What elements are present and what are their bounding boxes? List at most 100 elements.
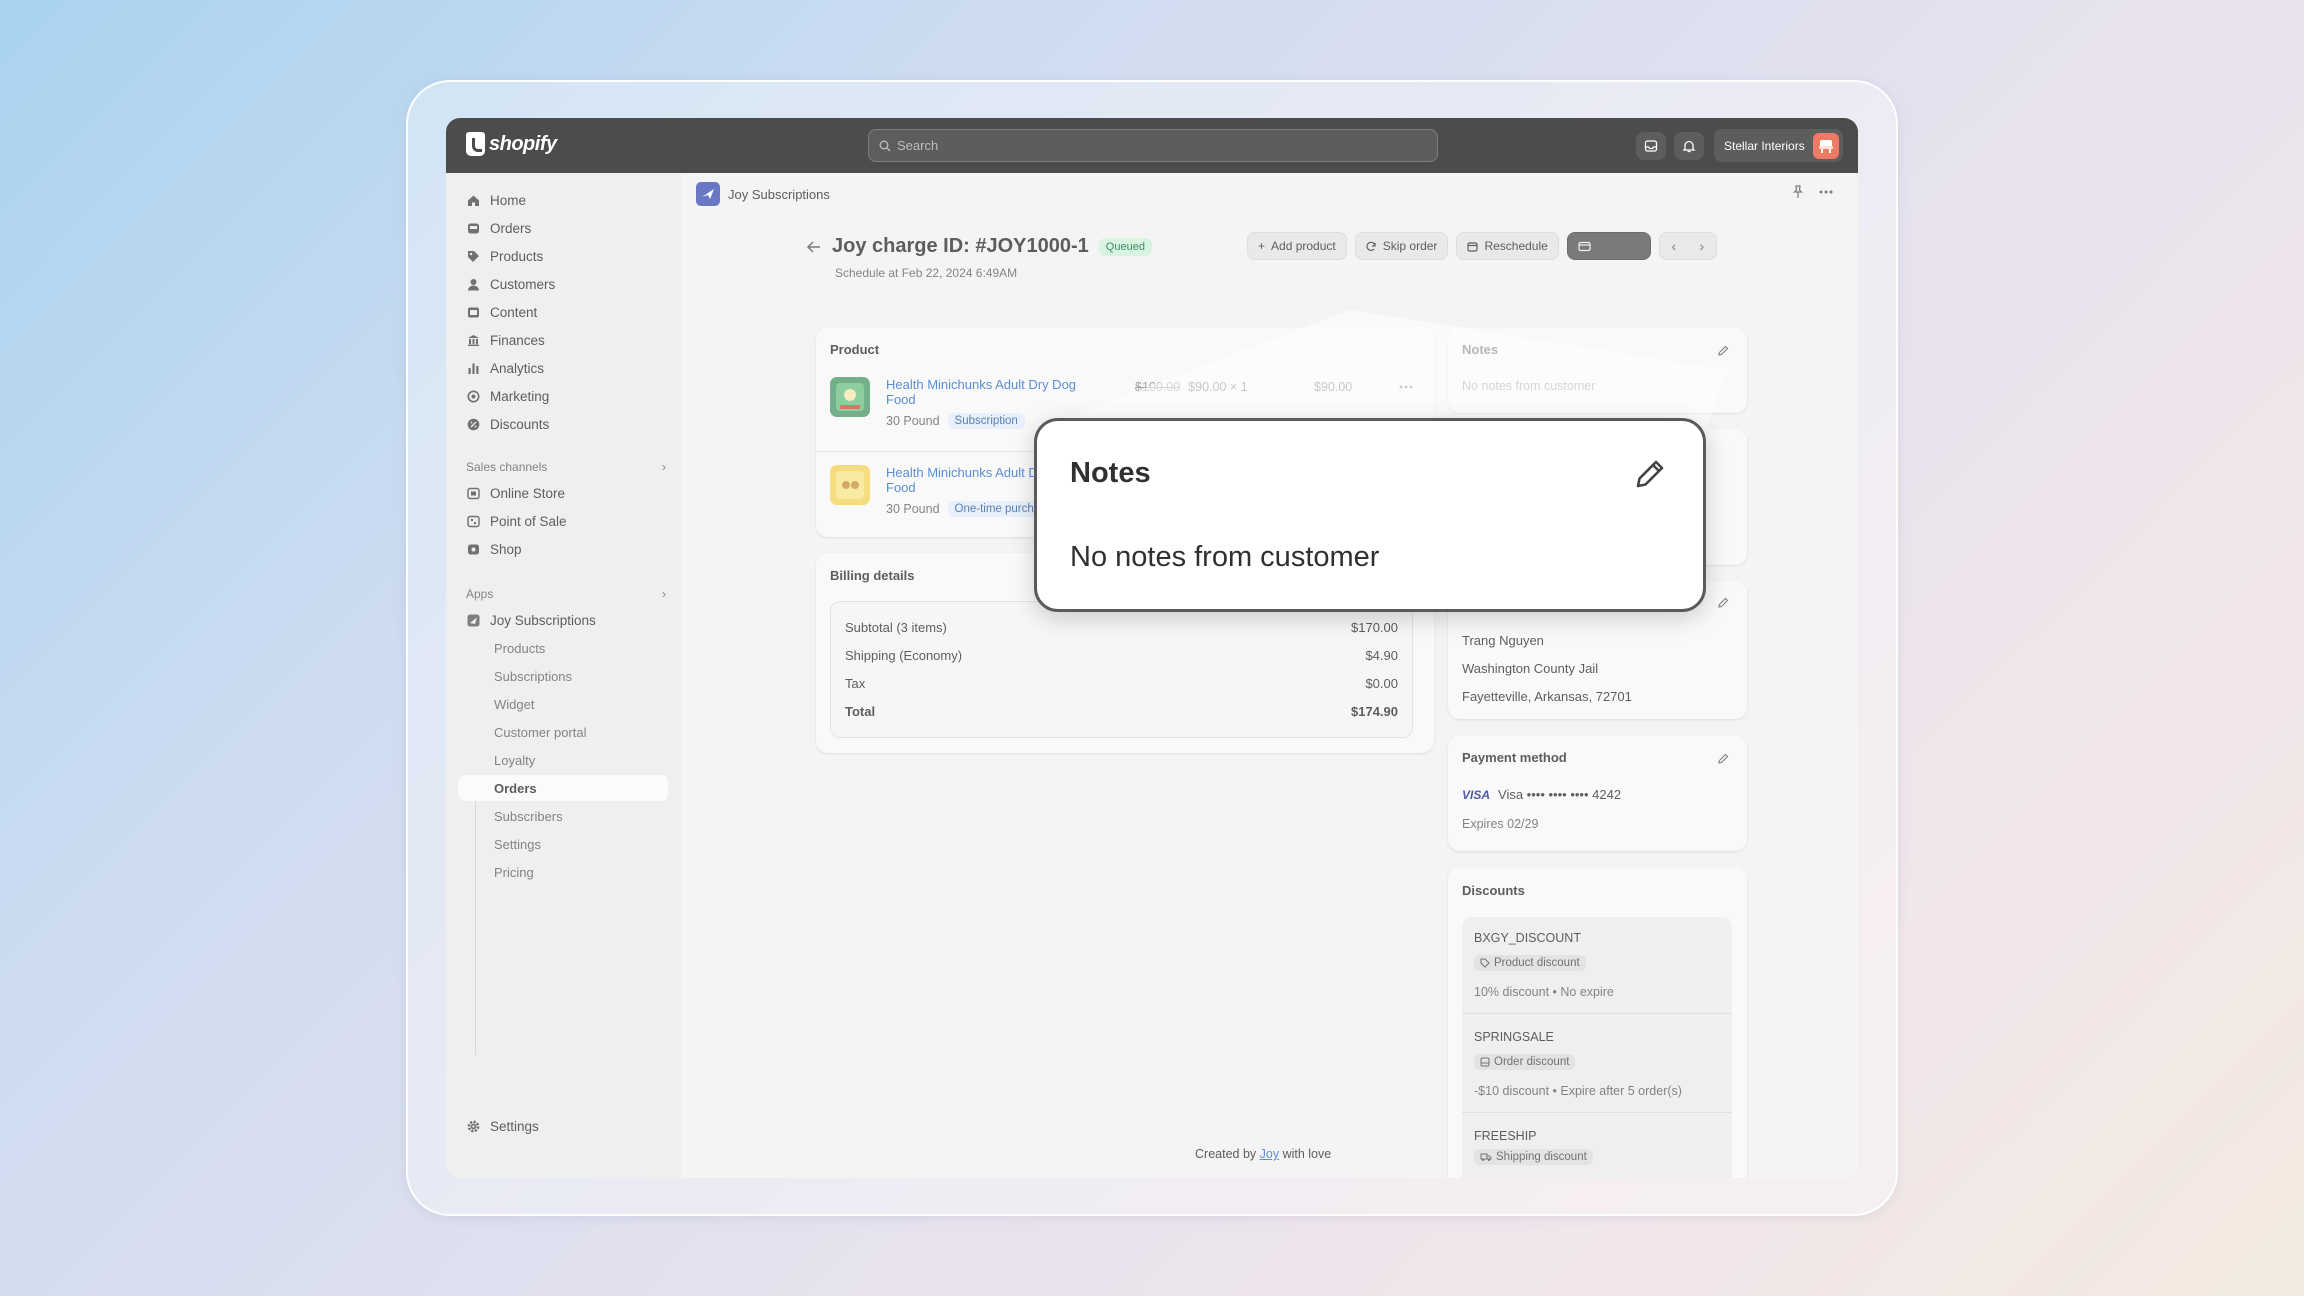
subnav-loyalty[interactable]: Loyalty [458,747,668,773]
purchase-type-badge: One-time purch [947,501,1041,517]
add-product-button[interactable]: + Add product [1247,232,1347,260]
line-total: $90.00 [1314,380,1353,394]
sidebar-item-settings[interactable]: Settings [458,1113,668,1139]
discount-item: SPRINGSALE Order discount -$10 discount … [1474,1030,1724,1098]
sidebar-item-point-of-sale[interactable]: Point of Sale [458,508,668,534]
payment-card-title: Payment method [1462,750,1567,765]
skip-order-button[interactable]: Skip order [1354,232,1449,260]
sidebar-item-finances[interactable]: Finances [458,327,668,353]
discount-type-label: Product discount [1494,957,1580,969]
subnav-line [475,790,476,1055]
sidebar-item-label: Analytics [490,360,545,376]
reschedule-button[interactable]: Reschedule [1456,232,1559,260]
billing-value: $4.90 [1365,648,1398,663]
zoom-notes-body: No notes from customer [1070,541,1380,573]
address-line: Washington County Jail [1462,661,1599,676]
subnav-settings[interactable]: Settings [458,831,668,857]
product-name-link[interactable]: Health Minichunks Adult Dry Dog Food [886,377,1106,407]
subnav-orders[interactable]: Orders [458,775,668,801]
page-actions: + Add product Skip order Reschedule ‹ › [1247,232,1717,260]
search-bar[interactable] [868,129,1438,162]
chair-icon [1818,139,1833,153]
sidebar-item-products[interactable]: Products [458,243,668,269]
billing-label: Subtotal (3 items) [845,620,947,635]
joy-link[interactable]: Joy [1260,1147,1279,1161]
top-bar: shopify Stellar Interiors [446,118,1858,173]
sidebar-item-label: Point of Sale [490,513,567,529]
sidebar-item-online-store[interactable]: Online Store [458,480,668,506]
bell-icon [1682,140,1696,153]
address-line: Trang Nguyen [1462,633,1544,648]
chevron-right-icon[interactable]: › [1688,233,1716,259]
sidebar-item-shop[interactable]: Shop [458,536,668,562]
apps-heading[interactable]: Apps › [466,587,666,601]
billing-label: Total [845,704,876,719]
billing-row: Subtotal (3 items) $170.00 [845,620,1398,635]
billing-label: Shipping (Economy) [845,648,963,663]
sidebar-item-label: Marketing [490,388,550,404]
discount-item: FREESHIP Shipping discount [1474,1129,1724,1167]
discount-type-badge: Order discount [1474,1054,1576,1070]
subnav-subscribers[interactable]: Subscribers [458,803,668,829]
page-title-row: Joy charge ID: #JOY1000-1 Queued [806,235,1152,258]
sidebar-item-orders[interactable]: Orders [458,215,668,241]
discounts-card-title: Discounts [1462,883,1525,898]
sidebar-item-joy-subscriptions[interactable]: Joy Subscriptions [458,607,668,633]
back-arrow-icon[interactable] [806,240,822,254]
more-horizontal-icon[interactable] [1818,185,1834,199]
pin-icon[interactable] [1792,185,1804,199]
target-icon [466,389,480,403]
discount-code: BXGY_DISCOUNT [1474,931,1581,945]
charge-now-button[interactable] [1566,232,1651,260]
search-icon [879,140,891,151]
tag-icon [1480,958,1490,968]
pencil-icon[interactable] [1717,597,1729,609]
notes-zoom-callout: Notes No notes from customer [1034,418,1706,612]
inbox-icon [1644,140,1658,152]
sidebar-item-label: Finances [490,332,545,348]
sales-channels-heading[interactable]: Sales channels › [466,460,666,474]
person-icon [466,277,480,291]
product-variant: 30 Pound [886,414,940,428]
discounts-card: Discounts BXGY_DISCOUNT Product discount… [1448,867,1747,1178]
more-horizontal-icon[interactable] [1398,383,1414,391]
search-input[interactable] [897,138,1417,153]
app-title: Joy Subscriptions [728,186,830,202]
sidebar-item-discounts[interactable]: Discounts [458,411,668,437]
sidebar-item-home[interactable]: Home [458,187,668,213]
shopify-admin-screen: shopify Stellar Interiors Home Orders [446,118,1858,1178]
sidebar-item-customers[interactable]: Customers [458,271,668,297]
subnav-customer-portal[interactable]: Customer portal [458,719,668,745]
purchase-type-badge: Subscription [947,413,1025,429]
pencil-icon[interactable] [1717,753,1729,765]
subnav-widget[interactable]: Widget [458,691,668,717]
shopify-logo[interactable]: shopify [466,132,557,156]
sidebar-item-analytics[interactable]: Analytics [458,355,668,381]
plus-icon: + [1258,239,1266,253]
page-title: Joy charge ID: #JOY1000-1 [832,235,1089,257]
notes-card: Notes No notes from customer [1448,327,1747,413]
billing-value: $174.90 [1351,704,1398,719]
sidebar-item-label: Joy Subscriptions [490,612,596,628]
subnav-subscriptions[interactable]: Subscriptions [458,663,668,689]
store-menu-button[interactable]: Stellar Interiors [1714,129,1843,162]
bank-icon [466,333,480,347]
billing-row: Shipping (Economy) $4.90 [845,648,1398,663]
store-avatar [1812,132,1839,159]
inbox-button[interactable] [1636,132,1666,160]
notifications-button[interactable] [1674,132,1704,160]
visa-logo: VISA [1462,787,1491,802]
sidebar-item-label: Discounts [490,416,550,432]
sidebar-item-content[interactable]: Content [458,299,668,325]
pencil-icon[interactable] [1633,457,1667,491]
subnav-products[interactable]: Products [458,635,668,661]
pencil-icon[interactable] [1717,345,1729,357]
product-thumbnail [830,465,870,505]
sidebar-item-label: Online Store [490,485,566,501]
chevron-right-icon: › [662,460,666,474]
subnav-pricing[interactable]: Pricing [458,859,668,885]
chevron-left-icon[interactable]: ‹ [1660,233,1688,259]
home-icon [466,193,480,207]
sidebar-item-marketing[interactable]: Marketing [458,383,668,409]
discount-icon [466,417,480,431]
